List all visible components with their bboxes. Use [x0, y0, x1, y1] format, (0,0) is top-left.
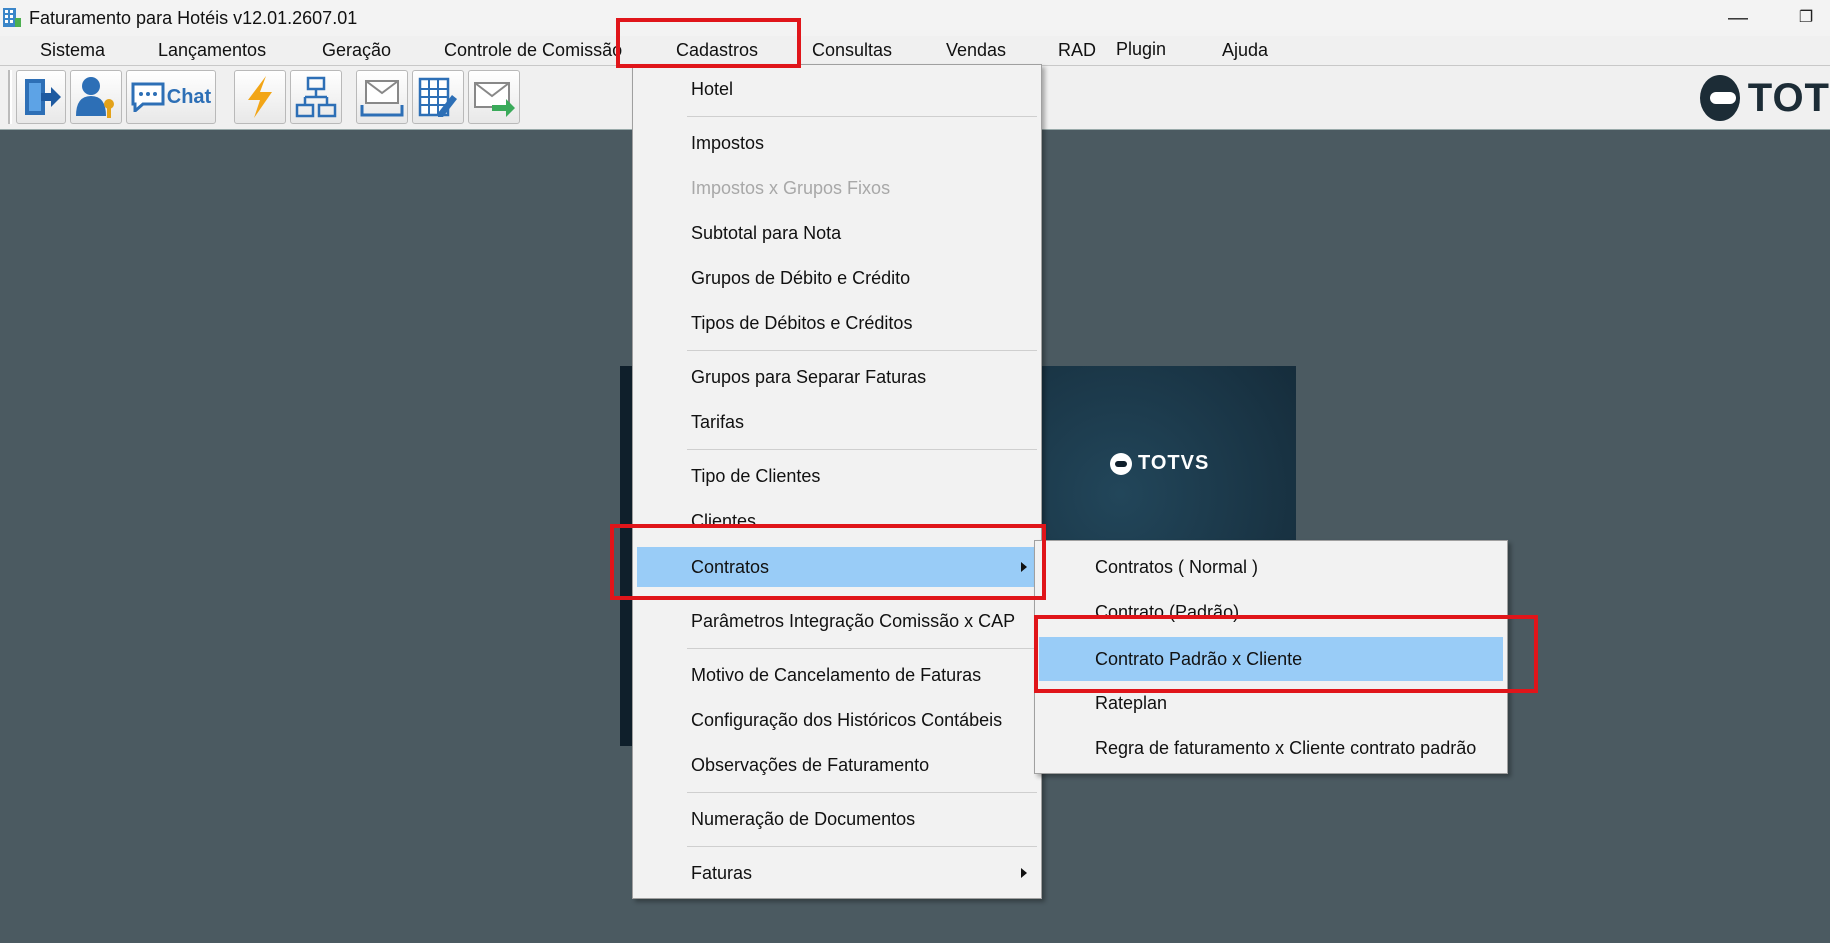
submenu-item-regra-faturamento[interactable]: Regra de faturamento x Cliente contrato …: [1039, 728, 1503, 768]
totvs-mark-icon: [1110, 452, 1132, 475]
submenu-arrow-icon: [1021, 868, 1027, 878]
menu-vendas[interactable]: Vendas: [946, 40, 1006, 61]
menu-plugin[interactable]: Plugin: [1116, 39, 1166, 60]
totvs-mark-icon: [1700, 75, 1740, 121]
highlight-cadastros: [616, 18, 801, 68]
menu-item-grupos-separar-faturas[interactable]: Grupos para Separar Faturas: [637, 357, 1037, 397]
menu-sistema[interactable]: Sistema: [40, 40, 105, 61]
menu-separator: [687, 846, 1037, 847]
highlight-contratos: [610, 524, 1046, 600]
menu-item-tipo-de-clientes[interactable]: Tipo de Clientes: [637, 456, 1037, 496]
menu-item-observacoes-faturamento[interactable]: Observações de Faturamento: [637, 745, 1037, 785]
exit-icon: [25, 79, 61, 115]
menu-geracao[interactable]: Geração: [322, 40, 391, 61]
menu-item-motivo-cancelamento[interactable]: Motivo de Cancelamento de Faturas: [637, 655, 1037, 695]
menu-bar: Sistema Lançamentos Geração Controle de …: [0, 36, 1830, 66]
lightning-icon: [248, 76, 272, 118]
cadastros-dropdown: Hotel Impostos Impostos x Grupos Fixos S…: [632, 64, 1042, 899]
window-title: Faturamento para Hotéis v12.01.2607.01: [29, 8, 358, 28]
menu-separator: [687, 792, 1037, 793]
brand-text: TOT: [1747, 75, 1830, 120]
hotel-building-icon: [3, 8, 21, 27]
menu-item-parametros-integracao[interactable]: Parâmetros Integração Comissão x CAP: [637, 601, 1037, 641]
menu-item-numeracao-documentos[interactable]: Numeração de Documentos: [637, 799, 1037, 839]
toolbar-grip[interactable]: [8, 70, 12, 124]
user-key-icon: [76, 77, 114, 118]
mail-forward-icon: [474, 82, 515, 117]
restore-button[interactable]: ❐: [1786, 4, 1826, 32]
menu-separator: [687, 449, 1037, 450]
menu-lancamentos[interactable]: Lançamentos: [158, 40, 266, 61]
menu-item-impostos[interactable]: Impostos: [637, 123, 1037, 163]
title-bar: Faturamento para Hotéis v12.01.2607.01 —…: [0, 0, 1830, 36]
totvs-logo: TOT: [1690, 74, 1830, 122]
mail-inbox-icon: [360, 80, 404, 117]
menu-item-configuracao-historicos[interactable]: Configuração dos Históricos Contábeis: [637, 700, 1037, 740]
menu-separator: [687, 350, 1037, 351]
chat-button[interactable]: Chat: [126, 70, 216, 124]
mail-inbox-button[interactable]: [356, 70, 408, 124]
org-chart-button[interactable]: [290, 70, 342, 124]
menu-item-hotel[interactable]: Hotel: [637, 69, 1037, 109]
menu-rad[interactable]: RAD: [1058, 40, 1096, 61]
menu-item-impostos-grupos-fixos: Impostos x Grupos Fixos: [691, 178, 891, 198]
user-key-button[interactable]: [70, 70, 122, 124]
menu-separator: [687, 116, 1037, 117]
menu-consultas[interactable]: Consultas: [812, 40, 892, 61]
exit-button[interactable]: [16, 70, 66, 124]
menu-item-faturas[interactable]: Faturas: [637, 853, 1037, 893]
menu-item-tarifas[interactable]: Tarifas: [637, 402, 1037, 442]
menu-item-grupos-debito-credito[interactable]: Grupos de Débito e Crédito: [637, 258, 1037, 298]
menu-separator: [687, 648, 1037, 649]
highlight-contrato-padrao-cliente: [1034, 615, 1538, 693]
splash-brand-text: TOTVS: [1138, 452, 1210, 474]
chat-label: Chat: [166, 85, 212, 108]
splash-logo: TOTVS: [1110, 452, 1209, 475]
submenu-item-contratos-normal[interactable]: Contratos ( Normal ): [1039, 547, 1503, 587]
lightning-button[interactable]: [234, 70, 286, 124]
mail-forward-button[interactable]: [468, 70, 520, 124]
minimize-button[interactable]: —: [1718, 4, 1758, 32]
menu-item-faturas-label: Faturas: [691, 863, 753, 883]
menu-controle-de-comissao[interactable]: Controle de Comissão: [444, 40, 622, 61]
org-chart-icon: [295, 76, 337, 118]
chat-icon: [131, 82, 165, 112]
menu-item-tipos-debitos-creditos[interactable]: Tipos de Débitos e Créditos: [637, 303, 1037, 343]
menu-item-subtotal-para-nota[interactable]: Subtotal para Nota: [637, 213, 1037, 253]
calculator-edit-button[interactable]: [412, 70, 464, 124]
calculator-edit-icon: [418, 77, 457, 117]
menu-ajuda[interactable]: Ajuda: [1222, 40, 1268, 61]
